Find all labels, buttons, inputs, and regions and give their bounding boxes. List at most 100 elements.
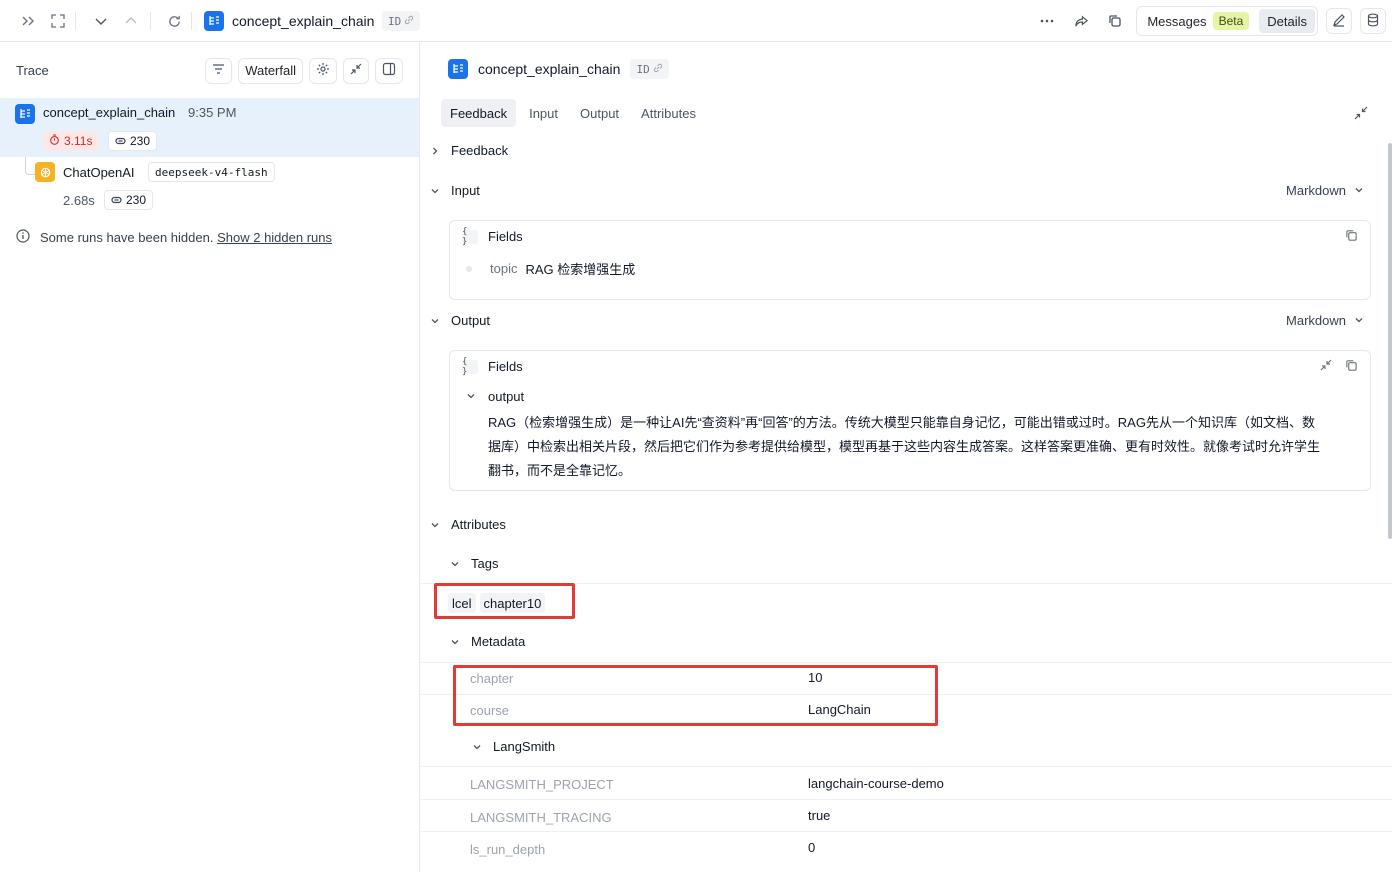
fields-label: Fields — [488, 229, 523, 244]
latency-badge: 3.11s — [43, 131, 99, 151]
collapse-button[interactable] — [343, 57, 369, 84]
details-toggle[interactable]: Details — [1259, 9, 1315, 33]
output-section-toggle[interactable]: Output — [429, 313, 490, 328]
dataset-button[interactable] — [1360, 8, 1386, 34]
langsmith-value: true — [808, 808, 831, 823]
token-icon — [111, 193, 122, 207]
input-format-select[interactable]: Markdown — [1286, 183, 1364, 198]
openai-icon — [35, 162, 55, 182]
filter-button[interactable] — [205, 57, 233, 84]
model-badge: deepseek-v4-flash — [148, 162, 275, 182]
tab-output[interactable]: Output — [571, 99, 628, 127]
tags-label: Tags — [471, 556, 499, 571]
fields-header: { } Fields — [462, 357, 523, 377]
copy-icon[interactable] — [1345, 359, 1358, 375]
langsmith-row: LANGSMITH_PROJECT langchain-course-demo — [421, 766, 1392, 798]
copy-icon[interactable] — [1102, 8, 1128, 34]
chevron-up-icon[interactable] — [120, 10, 142, 32]
id-badge[interactable]: ID — [382, 11, 421, 31]
fields-label: Fields — [488, 359, 523, 374]
metadata-section-toggle[interactable]: Metadata — [449, 634, 525, 649]
view-toggle: Messages Beta Details — [1136, 6, 1318, 36]
highlight-box-tags — [434, 583, 575, 619]
id-badge[interactable]: ID — [630, 59, 669, 79]
run-name: ChatOpenAI — [63, 165, 135, 180]
filter-icon — [212, 63, 225, 78]
tab-input[interactable]: Input — [520, 99, 567, 127]
tab-attributes[interactable]: Attributes — [632, 99, 705, 127]
chain-icon — [448, 59, 468, 79]
edit-icon — [1332, 13, 1346, 30]
format-label: Markdown — [1286, 313, 1346, 328]
settings-button[interactable] — [309, 57, 337, 84]
collapse-icon — [350, 63, 362, 78]
tags-section-toggle[interactable]: Tags — [449, 556, 498, 571]
collapse-icon[interactable] — [1320, 359, 1332, 374]
run-name: concept_explain_chain — [43, 105, 176, 120]
trace-title: Trace — [16, 63, 49, 78]
trace-run-child[interactable]: ChatOpenAI deepseek-v4-flash 2.68s 230 — [0, 157, 419, 217]
id-label: ID — [388, 14, 402, 28]
stopwatch-icon — [49, 134, 60, 148]
layout-button[interactable] — [375, 57, 403, 84]
chevron-down-icon — [429, 519, 441, 531]
metadata-label: Metadata — [471, 634, 526, 649]
langsmith-key: ls_run_depth — [470, 842, 546, 857]
highlight-box-metadata — [453, 665, 938, 726]
id-label: ID — [636, 62, 650, 76]
expand-panel-icon[interactable] — [17, 10, 39, 32]
tab-feedback[interactable]: Feedback — [441, 99, 517, 127]
attributes-section-label: Attributes — [451, 517, 506, 532]
divider — [191, 12, 192, 30]
chevron-down-icon — [449, 636, 461, 648]
more-icon[interactable] — [1034, 8, 1060, 34]
field-key: output — [488, 389, 525, 404]
latency-value: 3.11s — [64, 134, 93, 148]
attributes-section-toggle[interactable]: Attributes — [429, 517, 506, 532]
minimize-icon[interactable] — [1354, 106, 1368, 123]
layout-icon — [382, 62, 396, 79]
langsmith-section-toggle[interactable]: LangSmith — [471, 739, 555, 754]
output-value: RAG（检索增强生成）是一种让AI先“查资料”再“回答”的方法。传统大模型只能靠… — [488, 411, 1362, 483]
chain-icon — [15, 104, 35, 124]
show-hidden-runs-link[interactable]: Show 2 hidden runs — [217, 230, 332, 245]
refresh-icon[interactable] — [163, 10, 185, 32]
scrollbar[interactable] — [1388, 143, 1392, 539]
waterfall-button[interactable]: Waterfall — [238, 57, 303, 84]
fullscreen-icon[interactable] — [47, 10, 69, 32]
database-icon — [1366, 13, 1380, 30]
hidden-runs-note: Some runs have been hidden. Show 2 hidde… — [16, 229, 332, 246]
langsmith-row: LANGSMITH_TRACING true — [421, 799, 1392, 831]
edit-button[interactable] — [1326, 8, 1352, 34]
output-line: RAG（检索增强生成）是一种让AI先“查资料”再“回答”的方法。传统大模型只能靠… — [488, 415, 1315, 430]
chevron-down-icon — [1354, 313, 1364, 328]
trace-run-root[interactable]: concept_explain_chain 9:35 PM 3.11s 230 — [0, 98, 419, 157]
output-fields-card: { } Fields output RAG（检索增强生成）是一种让AI先“查资料… — [449, 350, 1371, 491]
field-value: RAG 检索增强生成 — [525, 262, 636, 277]
messages-toggle[interactable]: Messages Beta — [1139, 9, 1257, 33]
output-format-select[interactable]: Markdown — [1286, 313, 1364, 328]
copy-icon[interactable] — [1345, 229, 1358, 245]
langsmith-label: LangSmith — [493, 739, 556, 754]
output-field-toggle[interactable]: output — [466, 389, 524, 404]
langsmith-value: 0 — [808, 840, 816, 855]
format-label: Markdown — [1286, 183, 1346, 198]
beta-badge: Beta — [1212, 12, 1250, 30]
divider — [75, 12, 76, 30]
output-section-label: Output — [451, 313, 491, 328]
output-line: 据库）中检索出相关片段，然后把它们作为参考提供给模型，模型再基于这些内容生成答案… — [488, 439, 1321, 454]
trace-panel: Trace Waterfall concept_explain_chain 9:… — [0, 43, 420, 872]
langsmith-row: ls_run_depth 0 — [421, 831, 1392, 863]
divider — [150, 12, 151, 30]
chevron-down-icon — [449, 558, 461, 570]
chevron-down-icon[interactable] — [90, 10, 112, 32]
json-icon: { } — [462, 357, 478, 377]
feedback-section-toggle[interactable]: Feedback — [429, 143, 508, 158]
link-icon — [404, 15, 414, 28]
share-icon[interactable] — [1068, 8, 1094, 34]
input-section-toggle[interactable]: Input — [429, 183, 480, 198]
chevron-down-icon — [1354, 183, 1364, 198]
fields-header: { } Fields — [462, 227, 523, 247]
chevron-down-icon — [466, 389, 476, 404]
hidden-runs-text: Some runs have been hidden. — [40, 230, 214, 245]
